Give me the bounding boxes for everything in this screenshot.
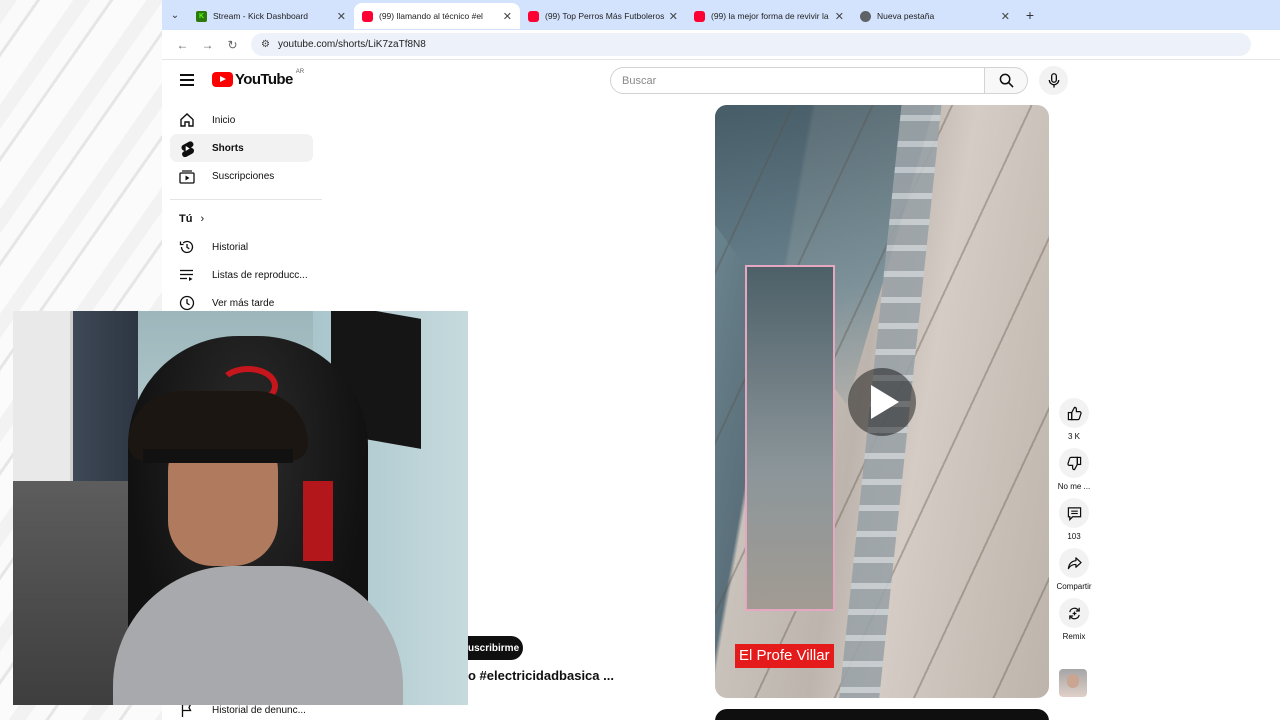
sidebar-item-label: Historial de denunc... bbox=[212, 704, 306, 716]
tab-title: (99) Top Perros Más Futboleros bbox=[545, 11, 665, 21]
youtube-logo[interactable]: YouTube AR bbox=[212, 68, 305, 88]
short-caption[interactable]: o #electricidadbasica ... bbox=[468, 668, 614, 683]
sidebar-section-you[interactable]: Tú › bbox=[170, 208, 322, 230]
tab-title: (99) llamando al técnico #el bbox=[379, 11, 483, 21]
youtube-icon bbox=[528, 10, 539, 22]
share-icon bbox=[1067, 556, 1082, 569]
channel-watermark: El Profe Villar bbox=[735, 644, 834, 668]
microphone-icon bbox=[1048, 73, 1059, 88]
forward-icon[interactable]: → bbox=[195, 38, 220, 52]
youtube-masthead: YouTube AR Buscar bbox=[162, 60, 1280, 100]
voice-search-button[interactable] bbox=[1039, 66, 1068, 95]
close-icon[interactable]: ✕ bbox=[1001, 10, 1010, 23]
remix-icon bbox=[1068, 607, 1080, 619]
like-action[interactable]: 3 K bbox=[1053, 398, 1095, 441]
like-icon bbox=[1067, 406, 1082, 420]
dislike-icon bbox=[1066, 456, 1081, 470]
address-bar-row: ← → ↻ ⚙ youtube.com/shorts/LiK7zaTf8N8 bbox=[162, 30, 1280, 59]
sidebar-section-title: Tú bbox=[179, 213, 193, 225]
chrome-icon bbox=[860, 10, 871, 22]
comment-count: 103 bbox=[1067, 532, 1081, 541]
subscribe-button[interactable]: uscribirme bbox=[468, 636, 523, 660]
sidebar-item-label: Historial bbox=[212, 241, 249, 253]
remix-button[interactable] bbox=[1059, 598, 1089, 628]
url-bar[interactable]: ⚙ youtube.com/shorts/LiK7zaTf8N8 bbox=[251, 33, 1251, 56]
youtube-icon bbox=[694, 10, 705, 22]
dislike-action[interactable]: No me ... bbox=[1053, 448, 1095, 491]
clock-icon bbox=[178, 294, 196, 312]
search-icon bbox=[999, 73, 1014, 88]
dislike-label: No me ... bbox=[1057, 482, 1091, 491]
chevron-right-icon: › bbox=[200, 213, 205, 225]
youtube-play-icon bbox=[212, 72, 233, 87]
tab-youtube-mejor-forma[interactable]: (99) la mejor forma de revivir la ✕ bbox=[686, 3, 852, 29]
close-icon[interactable]: ✕ bbox=[669, 10, 678, 23]
youtube-wordmark: YouTube bbox=[235, 71, 293, 88]
hamburger-menu-icon[interactable] bbox=[180, 74, 194, 86]
share-button[interactable] bbox=[1059, 548, 1089, 578]
youtube-icon bbox=[362, 10, 373, 22]
reload-icon[interactable]: ↻ bbox=[220, 38, 245, 52]
close-icon[interactable]: ✕ bbox=[503, 10, 512, 23]
search-input[interactable]: Buscar bbox=[610, 67, 985, 94]
tab-youtube-llamando[interactable]: (99) llamando al técnico #el ✕ bbox=[354, 3, 520, 29]
sidebar-item-label: Suscripciones bbox=[212, 170, 275, 182]
sidebar-item-listas[interactable]: Listas de reproducc... bbox=[170, 261, 322, 289]
home-icon bbox=[178, 111, 196, 129]
browser-tab-strip: ⌄ K Stream - Kick Dashboard ✕ (99) llama… bbox=[162, 0, 1280, 30]
sidebar-item-label: Inicio bbox=[212, 114, 236, 126]
shorts-video-player[interactable]: El Profe Villar bbox=[715, 105, 1049, 698]
play-icon[interactable] bbox=[848, 368, 916, 436]
video-highlight-box bbox=[745, 265, 835, 611]
webcam-chair-accent bbox=[303, 481, 333, 561]
sidebar-item-suscripciones[interactable]: Suscripciones bbox=[170, 162, 322, 190]
search-button[interactable] bbox=[985, 67, 1028, 94]
sidebar-item-historial[interactable]: Historial bbox=[170, 233, 322, 261]
comment-button[interactable] bbox=[1059, 498, 1089, 528]
country-code: AR bbox=[295, 68, 305, 75]
sidebar-divider bbox=[170, 199, 322, 200]
history-icon bbox=[178, 238, 196, 256]
share-label: Compartir bbox=[1056, 582, 1092, 591]
sidebar-item-label: Shorts bbox=[212, 142, 244, 154]
back-icon[interactable]: ← bbox=[170, 38, 195, 52]
webcam-headphones bbox=[143, 449, 293, 463]
sidebar: Inicio Shorts Suscripciones Tú › Histori… bbox=[170, 106, 322, 317]
shorts-actions: 3 K No me ... 103 Compartir Remix bbox=[1053, 398, 1095, 648]
like-count: 3 K bbox=[1067, 432, 1080, 441]
tab-search-chevron-icon[interactable]: ⌄ bbox=[162, 2, 188, 28]
webcam-overlay bbox=[13, 311, 468, 705]
remix-label: Remix bbox=[1062, 632, 1086, 641]
tab-youtube-top-perros[interactable]: (99) Top Perros Más Futboleros ✕ bbox=[520, 3, 686, 29]
comment-action[interactable]: 103 bbox=[1053, 498, 1095, 541]
site-info-icon[interactable]: ⚙ bbox=[261, 39, 270, 50]
remix-action[interactable]: Remix bbox=[1053, 598, 1095, 641]
share-action[interactable]: Compartir bbox=[1053, 548, 1095, 591]
sidebar-item-shorts[interactable]: Shorts bbox=[170, 134, 313, 162]
audio-source-thumbnail[interactable] bbox=[1059, 669, 1087, 697]
tab-title: Stream - Kick Dashboard bbox=[213, 11, 308, 21]
kick-icon: K bbox=[196, 10, 207, 22]
like-button[interactable] bbox=[1059, 398, 1089, 428]
tab-title: Nueva pestaña bbox=[877, 11, 935, 21]
tab-title: (99) la mejor forma de revivir la bbox=[711, 11, 829, 21]
sidebar-item-label: Ver más tarde bbox=[212, 297, 275, 309]
close-icon[interactable]: ✕ bbox=[835, 10, 844, 23]
webcam-shelf bbox=[13, 311, 73, 481]
new-tab-button[interactable]: + bbox=[1018, 7, 1042, 23]
tab-nueva-pestana[interactable]: Nueva pestaña ✕ bbox=[852, 3, 1018, 29]
close-icon[interactable]: ✕ bbox=[337, 10, 346, 23]
flag-icon bbox=[178, 703, 196, 717]
url-text: youtube.com/shorts/LiK7zaTf8N8 bbox=[277, 39, 426, 50]
shorts-icon bbox=[178, 139, 196, 157]
subscriptions-icon bbox=[178, 167, 196, 185]
dislike-button[interactable] bbox=[1059, 448, 1089, 478]
sidebar-item-inicio[interactable]: Inicio bbox=[170, 106, 322, 134]
sidebar-item-label: Listas de reproducc... bbox=[212, 269, 308, 281]
comment-icon bbox=[1067, 506, 1081, 521]
next-short-preview[interactable] bbox=[715, 709, 1049, 720]
tab-kick-dashboard[interactable]: K Stream - Kick Dashboard ✕ bbox=[188, 3, 354, 29]
playlist-icon bbox=[178, 266, 196, 284]
